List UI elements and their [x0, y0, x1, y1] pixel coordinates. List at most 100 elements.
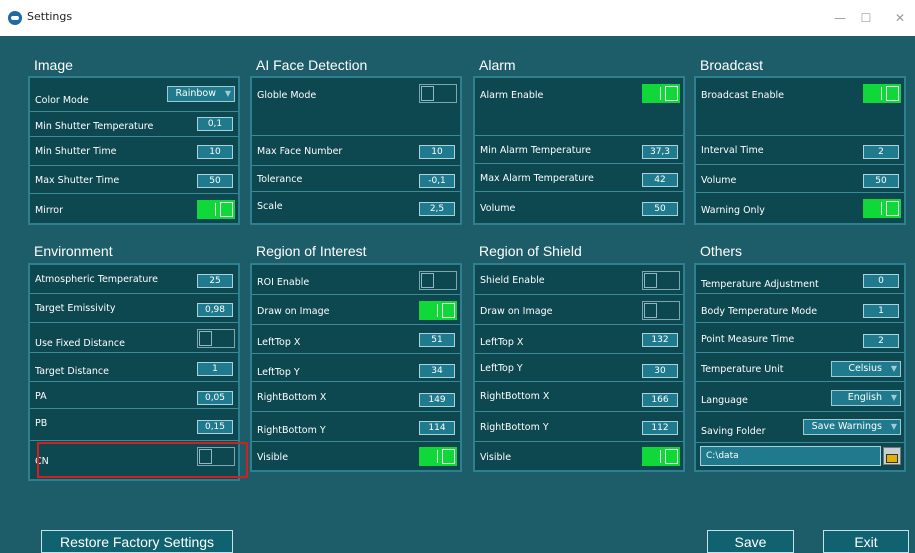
environment-panel: Atmospheric Temperature 25 Target Emissi… — [28, 263, 240, 481]
interval-time-input[interactable]: 2 — [863, 145, 899, 159]
shield-lefttop-x-label: LeftTop X — [480, 337, 524, 348]
shield-lefttop-x-row: LeftTop X 132 — [475, 325, 683, 354]
close-button[interactable]: ✕ — [887, 8, 913, 28]
title-bar: Settings — ☐ ✕ — [0, 0, 915, 36]
max-shutter-time-input[interactable]: 50 — [197, 174, 233, 188]
roi-rightbottom-y-input[interactable]: 114 — [419, 421, 455, 435]
shield-rightbottom-x-input[interactable]: 166 — [642, 393, 678, 407]
max-shutter-time-label: Max Shutter Time — [35, 175, 120, 186]
body-temp-mode-input[interactable]: 1 — [863, 304, 899, 318]
roi-lefttop-x-label: LeftTop X — [257, 337, 301, 348]
min-alarm-temp-row: Min Alarm Temperature 37,3 — [475, 136, 683, 164]
max-alarm-temp-input[interactable]: 42 — [642, 173, 678, 187]
target-emissivity-input[interactable]: 0,98 — [197, 303, 233, 317]
shield-rightbottom-y-input[interactable]: 112 — [642, 421, 678, 435]
warning-only-label: Warning Only — [701, 205, 765, 216]
broadcast-volume-input[interactable]: 50 — [863, 174, 899, 188]
roi-rightbottom-x-input[interactable]: 149 — [419, 393, 455, 407]
ai-face-panel: Globle Mode Max Face Number 10 Tolerance… — [250, 76, 462, 225]
pb-row: PB 0,15 — [30, 409, 238, 441]
mirror-toggle[interactable] — [197, 200, 235, 219]
shield-enable-label: Shield Enable — [480, 275, 545, 286]
roi-enable-toggle[interactable] — [419, 271, 457, 290]
min-shutter-temp-label: Min Shutter Temperature — [35, 121, 154, 132]
point-measure-time-input[interactable]: 2 — [863, 334, 899, 348]
color-mode-label: Color Mode — [35, 95, 89, 106]
min-shutter-time-input[interactable]: 10 — [197, 145, 233, 159]
folder-icon — [886, 454, 898, 463]
roi-lefttop-x-input[interactable]: 51 — [419, 333, 455, 347]
point-measure-time-label: Point Measure Time — [701, 334, 795, 345]
max-face-number-input[interactable]: 10 — [419, 145, 455, 159]
temp-adjustment-input[interactable]: 0 — [863, 274, 899, 288]
saving-folder-dropdown[interactable]: Save Warnings ▼ — [803, 419, 901, 435]
shield-draw-label: Draw on Image — [480, 306, 553, 317]
roi-draw-toggle[interactable] — [419, 301, 457, 320]
saving-folder-label: Saving Folder — [701, 426, 766, 437]
folder-path-input[interactable]: C:\data — [700, 446, 881, 466]
min-shutter-temp-input[interactable]: 0,1 — [197, 117, 233, 131]
roi-enable-label: ROI Enable — [257, 277, 310, 288]
pb-input[interactable]: 0,15 — [197, 420, 233, 434]
globle-mode-toggle[interactable] — [419, 84, 457, 103]
shield-lefttop-y-row: LeftTop Y 30 — [475, 354, 683, 382]
cn-toggle[interactable] — [197, 447, 235, 466]
restore-factory-settings-button[interactable]: Restore Factory Settings — [41, 530, 233, 553]
temp-unit-dropdown[interactable]: Celsius ▼ — [831, 361, 901, 377]
section-title-shield: Region of Shield — [479, 243, 582, 259]
pa-input[interactable]: 0,05 — [197, 391, 233, 405]
min-shutter-temp-row: Min Shutter Temperature 0,1 — [30, 112, 238, 137]
color-mode-value: Rainbow — [175, 88, 217, 99]
target-distance-input[interactable]: 1 — [197, 362, 233, 376]
shield-enable-toggle[interactable] — [642, 271, 680, 290]
roi-lefttop-y-input[interactable]: 34 — [419, 364, 455, 378]
min-alarm-temp-input[interactable]: 37,3 — [642, 145, 678, 159]
shield-draw-toggle[interactable] — [642, 301, 680, 320]
broadcast-enable-toggle[interactable] — [863, 84, 901, 103]
shield-lefttop-x-input[interactable]: 132 — [642, 333, 678, 347]
roi-draw-row: Draw on Image — [252, 295, 460, 325]
section-title-environment: Environment — [34, 243, 113, 259]
interval-time-row: Interval Time 2 — [696, 136, 904, 165]
alarm-volume-input[interactable]: 50 — [642, 202, 678, 216]
body-temp-mode-label: Body Temperature Mode — [701, 306, 818, 317]
pb-label: PB — [35, 418, 48, 429]
alarm-enable-toggle[interactable] — [642, 84, 680, 103]
shield-lefttop-y-input[interactable]: 30 — [642, 364, 678, 378]
shield-rightbottom-y-row: RightBottom Y 112 — [475, 412, 683, 442]
minimize-button[interactable]: — — [827, 8, 853, 28]
max-shutter-time-row: Max Shutter Time 50 — [30, 166, 238, 194]
globle-mode-label: Globle Mode — [257, 90, 317, 101]
roi-rightbottom-x-label: RightBottom X — [257, 392, 327, 403]
atmospheric-temp-row: Atmospheric Temperature 25 — [30, 265, 238, 294]
scale-row: Scale 2,5 — [252, 192, 460, 223]
shield-visible-toggle[interactable] — [642, 447, 680, 466]
pa-label: PA — [35, 391, 47, 402]
saving-folder-value: Save Warnings — [811, 421, 882, 432]
roi-panel: ROI Enable Draw on Image LeftTop X 51 Le… — [250, 263, 462, 472]
cn-row: CN — [30, 441, 238, 479]
language-dropdown[interactable]: English ▼ — [831, 390, 901, 406]
roi-visible-row: Visible — [252, 442, 460, 470]
roi-lefttop-x-row: LeftTop X 51 — [252, 325, 460, 354]
tolerance-input[interactable]: -0,1 — [419, 174, 455, 188]
use-fixed-distance-toggle[interactable] — [197, 329, 235, 348]
shield-enable-row: Shield Enable — [475, 265, 683, 295]
temp-adjustment-label: Temperature Adjustment — [701, 279, 819, 290]
scale-input[interactable]: 2,5 — [419, 202, 455, 216]
exit-button[interactable]: Exit — [823, 530, 909, 553]
atmospheric-temp-input[interactable]: 25 — [197, 274, 233, 288]
browse-folder-button[interactable] — [883, 447, 901, 465]
roi-visible-toggle[interactable] — [419, 447, 457, 466]
tolerance-label: Tolerance — [257, 174, 303, 185]
warning-only-toggle[interactable] — [863, 199, 901, 218]
shield-lefttop-y-label: LeftTop Y — [480, 363, 523, 374]
maximize-button[interactable]: ☐ — [853, 8, 879, 28]
use-fixed-distance-row: Use Fixed Distance — [30, 323, 238, 353]
max-face-number-row: Max Face Number 10 — [252, 136, 460, 166]
chevron-down-icon: ▼ — [890, 393, 897, 402]
shield-rightbottom-x-row: RightBottom X 166 — [475, 382, 683, 412]
save-button[interactable]: Save — [707, 530, 794, 553]
body-temp-mode-row: Body Temperature Mode 1 — [696, 294, 904, 323]
color-mode-dropdown[interactable]: Rainbow ▼ — [167, 86, 235, 102]
